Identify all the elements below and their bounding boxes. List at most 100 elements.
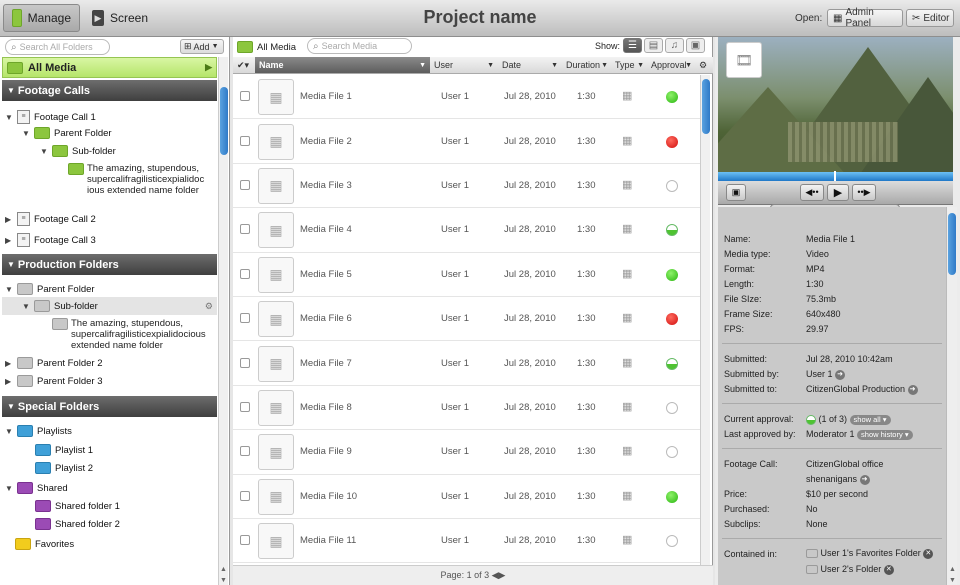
column-date[interactable]: Date ▼ <box>498 57 562 74</box>
fc1-parent-folder[interactable]: ▼ Parent Folder <box>22 125 112 141</box>
table-row[interactable]: ▦ Media File 11 User 1 Jul 28, 2010 1:30 ▦ <box>233 519 700 564</box>
media-name[interactable]: Media File 9 <box>300 446 352 457</box>
scroll-down-icon[interactable]: ▼ <box>220 577 227 584</box>
approval-status-icon[interactable] <box>666 401 678 414</box>
media-thumbnail[interactable]: ▦ <box>258 301 294 338</box>
goto-arrow-icon[interactable]: ➜ <box>907 384 918 395</box>
row-checkbox[interactable] <box>240 357 250 368</box>
table-row[interactable]: ▦ Media File 5 User 1 Jul 28, 2010 1:30 ▦ <box>233 253 700 297</box>
image-view-icon[interactable]: ▣ <box>686 38 705 53</box>
goto-arrow-icon[interactable]: ➜ <box>859 474 870 485</box>
column-duration[interactable]: Duration ▼ <box>562 57 611 74</box>
row-checkbox[interactable] <box>240 490 250 501</box>
select-all-column[interactable]: ✔▾ <box>233 57 255 74</box>
playhead[interactable] <box>834 171 836 181</box>
approval-status-icon[interactable] <box>666 224 678 237</box>
table-row[interactable]: ▦ Media File 10 User 1 Jul 28, 2010 1:30 ▦ <box>233 475 700 519</box>
playlists-folder[interactable]: ▼ Playlists <box>5 423 72 439</box>
media-thumbnail[interactable]: ▦ <box>258 434 294 471</box>
audio-view-icon[interactable]: ♫ <box>665 38 684 53</box>
remove-icon[interactable]: ✕ <box>923 548 934 559</box>
shared-folder-2[interactable]: Shared folder 2 <box>35 516 120 532</box>
row-checkbox[interactable] <box>240 135 250 146</box>
special-folders-header[interactable]: ▼ Special Folders <box>2 396 217 417</box>
column-name[interactable]: Name ▼ <box>255 57 430 74</box>
approval-status-icon[interactable] <box>666 313 678 326</box>
playlist-2[interactable]: Playlist 2 <box>35 460 93 476</box>
goto-arrow-icon[interactable]: ➜ <box>835 369 846 380</box>
footage-call-1[interactable]: ▼ ≡ Footage Call 1 <box>5 109 96 125</box>
screen-button[interactable]: ▶ Screen <box>84 4 156 32</box>
scrollbar-thumb[interactable] <box>702 79 710 134</box>
prev-page-icon[interactable]: ◀ <box>492 570 499 580</box>
contained-folder-1[interactable]: User 1's Favorites Folder ✕ <box>806 548 934 559</box>
media-thumbnail[interactable]: ▦ <box>258 523 294 560</box>
approval-status-icon[interactable] <box>666 268 678 281</box>
scrollbar-thumb[interactable] <box>948 213 956 275</box>
approval-status-icon[interactable] <box>666 446 678 459</box>
scrollbar-thumb[interactable] <box>220 87 228 155</box>
submitted-by-user[interactable]: User 1 <box>806 369 833 379</box>
video-preview[interactable]: 🎞 <box>718 37 953 172</box>
admin-panel-button[interactable]: ▦ Admin Panel <box>827 7 903 29</box>
show-all-button[interactable]: show all ▾ <box>849 414 891 425</box>
media-thumbnail[interactable]: ▦ <box>258 212 294 249</box>
fast-forward-icon[interactable]: ••▶ <box>852 184 876 201</box>
table-row[interactable]: ▦ Media File 4 User 1 Jul 28, 2010 1:30 ▦ <box>233 208 700 253</box>
media-name[interactable]: Media File 10 <box>300 491 357 502</box>
remove-icon[interactable]: ✕ <box>883 564 894 575</box>
media-search-input[interactable]: ⌕ Search Media <box>307 38 412 54</box>
playlist-1[interactable]: Playlist 1 <box>35 442 93 458</box>
table-row[interactable]: ▦ Media File 2 User 1 Jul 28, 2010 1:30 ▦ <box>233 119 700 164</box>
approval-status-icon[interactable] <box>666 357 678 370</box>
media-name[interactable]: Media File 3 <box>300 180 352 191</box>
media-name[interactable]: Media File 2 <box>300 136 352 147</box>
shared-folder-1[interactable]: Shared folder 1 <box>35 498 120 514</box>
pf-sub-folder[interactable]: ▼ Sub-folder ⚙ <box>2 297 217 315</box>
media-thumbnail[interactable]: ▦ <box>258 123 294 160</box>
folder-search-input[interactable]: ⌕ Search All Folders <box>5 39 110 55</box>
scroll-down-icon[interactable]: ▼ <box>949 577 956 584</box>
all-media-item[interactable]: All Media ▶ <box>2 57 217 78</box>
breadcrumb[interactable]: All Media <box>237 39 296 55</box>
pf-parent-folder[interactable]: ▼ Parent Folder <box>5 281 95 297</box>
snapshot-icon[interactable]: ▣ <box>726 184 746 201</box>
row-checkbox[interactable] <box>240 535 250 546</box>
add-button[interactable]: ⊞ Add ▼ <box>180 39 224 54</box>
folders-scrollbar[interactable]: ▲ ▼ <box>218 57 228 585</box>
rewind-icon[interactable]: ◀•• <box>800 184 824 201</box>
pf-parent-folder-3[interactable]: ▶ Parent Folder 3 <box>5 373 102 389</box>
details-scrollbar[interactable]: ▲ ▼ <box>946 207 957 585</box>
media-scrollbar[interactable] <box>700 75 710 565</box>
footage-call-name-line2[interactable]: shenanigans <box>806 474 857 484</box>
media-thumbnail[interactable]: ▦ <box>258 389 294 426</box>
table-row[interactable]: ▦ Media File 7 User 1 Jul 28, 2010 1:30 ▦ <box>233 341 700 386</box>
filmstrip-view-icon[interactable]: ▤ <box>644 38 663 53</box>
footage-call-2[interactable]: ▶ ≡ Footage Call 2 <box>5 211 96 227</box>
shared-folder[interactable]: ▼ Shared <box>5 480 68 496</box>
media-name[interactable]: Media File 8 <box>300 402 352 413</box>
editor-button[interactable]: ✂ Editor <box>906 9 954 27</box>
table-row[interactable]: ▦ Media File 8 User 1 Jul 28, 2010 1:30 ▦ <box>233 386 700 431</box>
column-approval[interactable]: Approval ▼ <box>647 57 695 74</box>
scroll-up-icon[interactable]: ▲ <box>220 566 227 573</box>
row-checkbox[interactable] <box>240 224 250 235</box>
media-name[interactable]: Media File 6 <box>300 313 352 324</box>
media-name[interactable]: Media File 4 <box>300 224 352 235</box>
fc1-sub-folder[interactable]: ▼ Sub-folder <box>40 143 116 159</box>
footage-call-3[interactable]: ▶ ≡ Footage Call 3 <box>5 232 96 248</box>
approval-status-icon[interactable] <box>666 135 678 148</box>
scroll-up-icon[interactable]: ▲ <box>949 566 956 573</box>
gear-icon[interactable]: ⚙ <box>205 301 213 312</box>
contained-folder-2[interactable]: User 2's Folder ✕ <box>806 564 894 575</box>
table-row[interactable]: ▦ Media File 1 User 1 Jul 28, 2010 1:30 ▦ <box>233 75 700 120</box>
approval-status-icon[interactable] <box>666 179 678 192</box>
footage-call-value-line1[interactable]: CitizenGlobal office <box>806 459 883 469</box>
approval-status-icon[interactable] <box>666 535 678 548</box>
row-checkbox[interactable] <box>240 313 250 324</box>
production-folders-header[interactable]: ▼ Production Folders <box>2 254 217 275</box>
table-row[interactable]: ▦ Media File 6 User 1 Jul 28, 2010 1:30 ▦ <box>233 297 700 342</box>
media-thumbnail[interactable]: ▦ <box>258 478 294 515</box>
media-thumbnail[interactable]: ▦ <box>258 256 294 293</box>
footage-calls-header[interactable]: ▼ Footage Calls <box>2 80 217 101</box>
